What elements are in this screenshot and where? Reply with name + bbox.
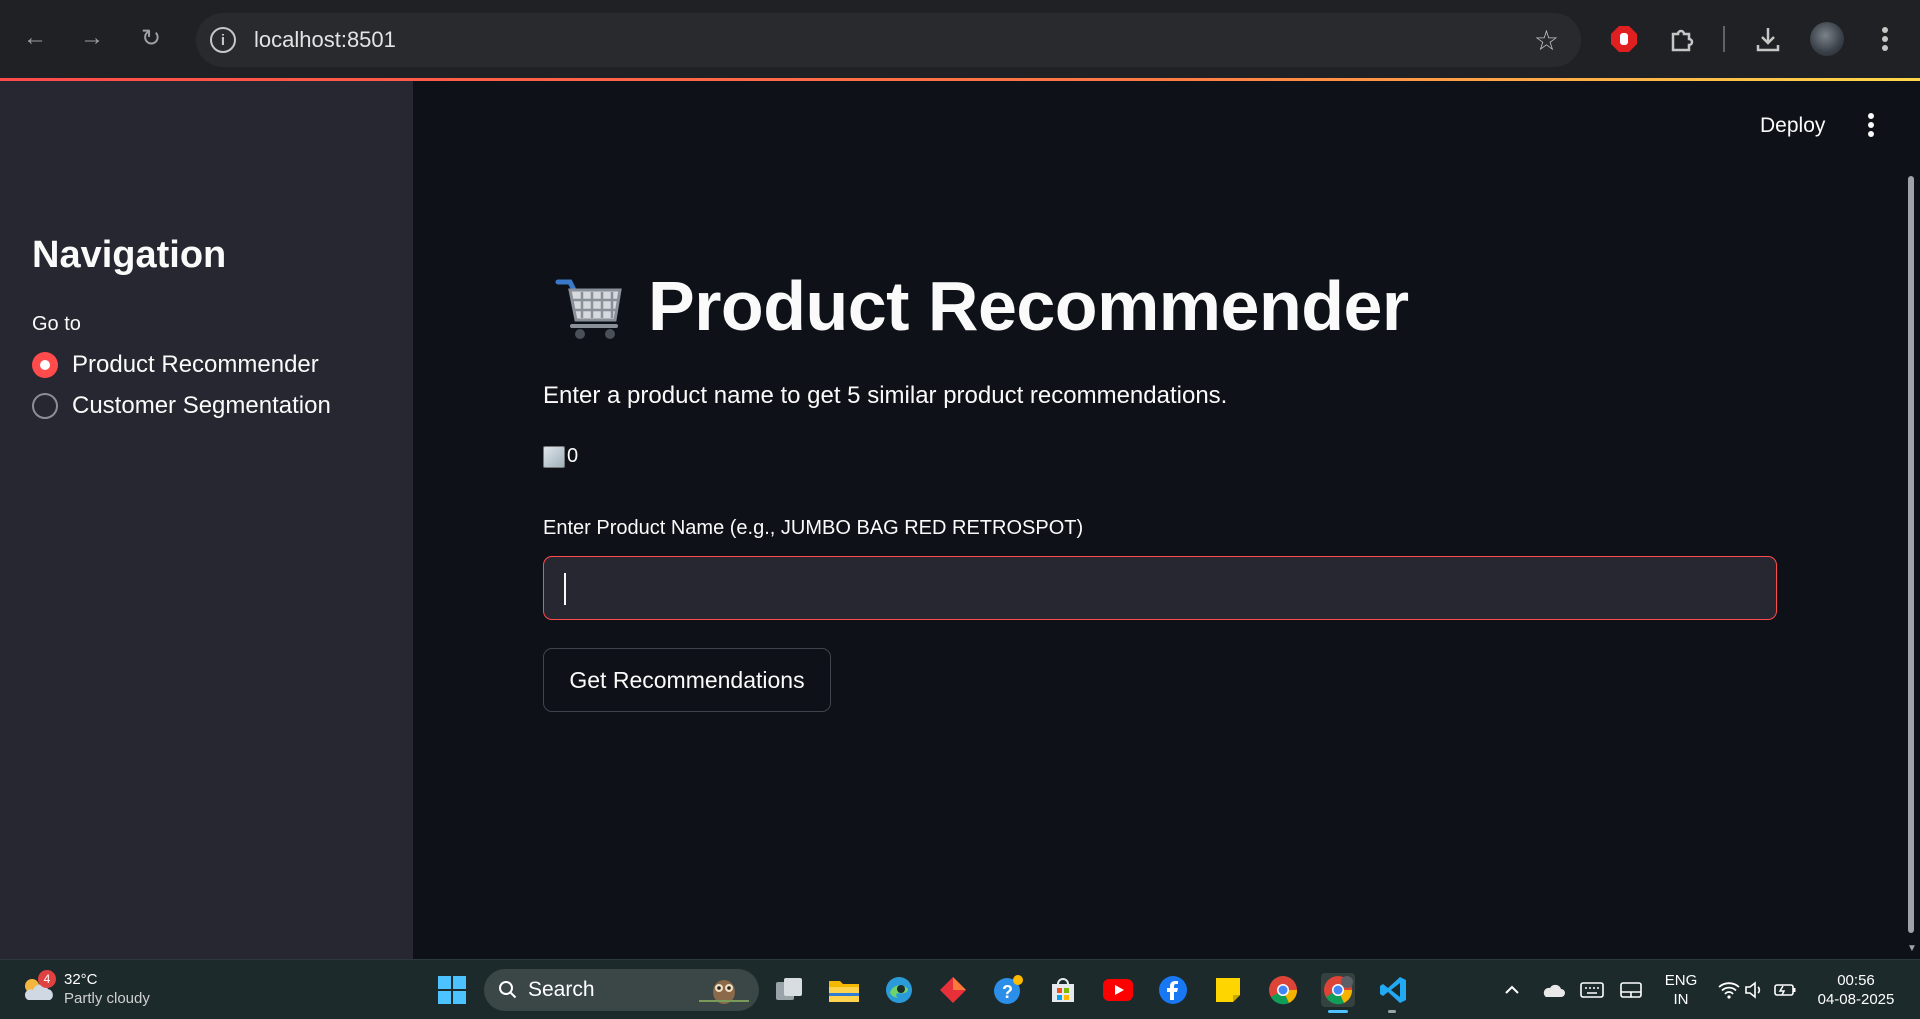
edge-browser-icon[interactable]	[882, 973, 916, 1007]
site-info-icon[interactable]: i	[210, 27, 236, 53]
task-view-icon[interactable]	[772, 973, 806, 1007]
shopping-cart-icon	[555, 279, 622, 339]
broken-image: 0	[543, 445, 578, 468]
profile-avatar[interactable]	[1808, 20, 1846, 58]
broken-image-icon	[543, 446, 565, 468]
radio-group-label: Go to	[32, 313, 81, 335]
weather-temperature: 32°C	[64, 971, 98, 988]
weather-condition: Partly cloudy	[64, 990, 150, 1007]
clock-time[interactable]: 00:56	[1806, 971, 1906, 990]
language-code[interactable]: ENG	[1658, 971, 1704, 990]
volume-icon[interactable]	[1737, 973, 1771, 1007]
radio-unselected-icon[interactable]	[32, 393, 58, 419]
chrome-icon[interactable]	[1266, 973, 1300, 1007]
radio-option-label[interactable]: Customer Segmentation	[72, 392, 331, 420]
browser-menu-icon[interactable]	[1868, 20, 1902, 58]
page-heading: Product Recommender	[648, 267, 1409, 345]
taskbar: 4 32°C Partly cloudy Search ? ENG IN 00:…	[0, 959, 1920, 1019]
onedrive-cloud-icon[interactable]	[1536, 973, 1570, 1007]
page-description: Enter a product name to get 5 similar pr…	[543, 382, 1228, 409]
clock-date[interactable]: 04-08-2025	[1806, 990, 1906, 1009]
clock[interactable]: 00:56 04-08-2025	[1806, 971, 1906, 1009]
adblock-extension-icon[interactable]	[1606, 20, 1642, 58]
windows-start-icon[interactable]	[435, 973, 469, 1007]
weather-badge: 4	[38, 970, 56, 988]
partly-cloudy-icon: 4	[20, 970, 56, 1004]
svg-text:?: ?	[1002, 982, 1013, 1002]
radio-option-label[interactable]: Product Recommender	[72, 351, 319, 379]
deploy-button[interactable]: Deploy	[1760, 114, 1825, 138]
get-recommendations-button[interactable]: Get Recommendations	[543, 648, 831, 712]
active-app-indicator	[1328, 1010, 1348, 1013]
owl-search-highlight-icon	[699, 980, 749, 1004]
page-title: Product Recommender	[554, 266, 1409, 346]
input-language[interactable]: ENG IN	[1658, 971, 1704, 1009]
product-name-input[interactable]	[543, 556, 1777, 620]
keyboard-icon[interactable]	[1575, 973, 1609, 1007]
file-explorer-icon[interactable]	[827, 973, 861, 1007]
vscode-icon[interactable]	[1376, 973, 1410, 1013]
back-arrow-icon[interactable]: ←	[17, 20, 53, 56]
scrollbar-thumb[interactable]	[1908, 176, 1914, 933]
sidebar-title: Navigation	[32, 234, 227, 276]
image-alt-text: 0	[567, 445, 579, 467]
address-bar[interactable]: i localhost:8501 ☆	[196, 13, 1581, 67]
extensions-puzzle-icon[interactable]	[1664, 20, 1700, 58]
bookmark-star-icon[interactable]: ☆	[1534, 24, 1559, 57]
youtube-icon[interactable]	[1101, 973, 1135, 1007]
language-region[interactable]: IN	[1658, 990, 1704, 1009]
radio-option-customer-segmentation[interactable]: Customer Segmentation	[32, 392, 331, 420]
download-icon[interactable]	[1750, 20, 1786, 58]
get-help-icon[interactable]: ?	[991, 973, 1025, 1007]
main-menu-icon[interactable]	[1861, 111, 1881, 141]
text-caret	[564, 573, 566, 605]
main-content: Deploy ▼ Product Recommender Enter a pro…	[413, 81, 1920, 959]
chrome-profile-active-icon[interactable]	[1321, 973, 1355, 1013]
sticky-notes-icon[interactable]	[1211, 973, 1245, 1007]
radio-option-product-recommender[interactable]: Product Recommender	[32, 351, 319, 379]
address-url[interactable]: localhost:8501	[254, 27, 396, 53]
touchpad-icon[interactable]	[1614, 973, 1648, 1007]
scroll-down-arrow-icon[interactable]: ▼	[1907, 943, 1917, 954]
chevron-up-icon[interactable]	[1495, 973, 1529, 1007]
app-diamond-icon[interactable]	[936, 973, 970, 1007]
microsoft-store-icon[interactable]	[1046, 973, 1080, 1007]
taskbar-search-label[interactable]: Search	[528, 978, 595, 1002]
browser-toolbar: ← → ↻ i localhost:8501 ☆	[0, 0, 1920, 78]
battery-icon[interactable]	[1768, 973, 1802, 1007]
weather-widget[interactable]: 4 32°C Partly cloudy	[20, 970, 150, 1008]
radio-selected-icon[interactable]	[32, 352, 58, 378]
forward-arrow-icon[interactable]: →	[74, 20, 110, 56]
toolbar-divider	[1722, 20, 1726, 58]
reload-icon[interactable]: ↻	[133, 20, 169, 56]
product-name-label: Enter Product Name (e.g., JUMBO BAG RED …	[543, 517, 1084, 539]
search-icon	[499, 981, 517, 999]
facebook-icon[interactable]	[1156, 973, 1190, 1007]
running-app-indicator	[1388, 1010, 1396, 1013]
taskbar-search[interactable]: Search	[484, 969, 759, 1011]
sidebar: Navigation Go to Product Recommender Cus…	[0, 81, 413, 959]
